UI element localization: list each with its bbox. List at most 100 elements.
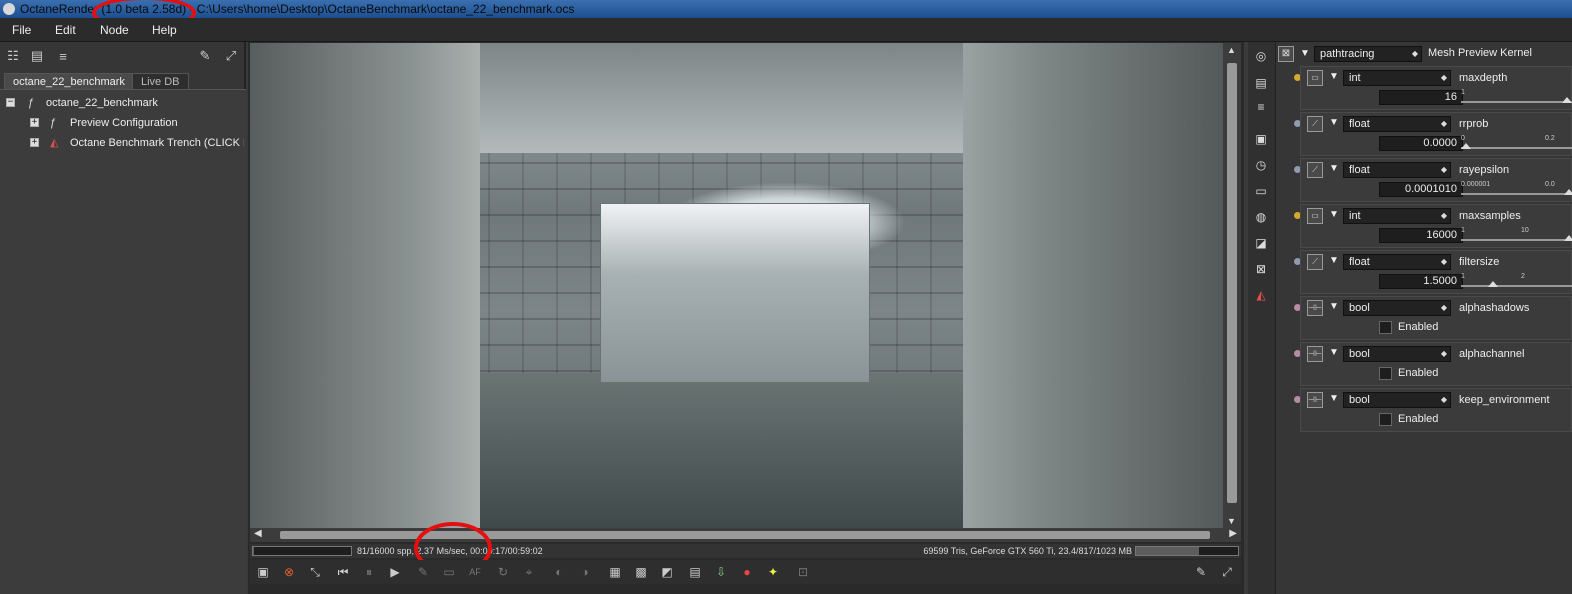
collapse-triangle-icon[interactable]: ▼ bbox=[1329, 71, 1339, 82]
settings-wrench-icon[interactable]: ✎ bbox=[1192, 563, 1210, 581]
nodes-icon[interactable]: ▤ bbox=[28, 48, 46, 64]
slider-track[interactable] bbox=[1461, 239, 1572, 241]
param-slider[interactable]: 1 bbox=[1461, 89, 1572, 107]
slider-knob[interactable] bbox=[1488, 281, 1498, 287]
param-checkbox[interactable] bbox=[1379, 413, 1392, 426]
fullscreen-icon[interactable]: ⤢ bbox=[1218, 563, 1236, 581]
refresh-icon[interactable]: ↻ bbox=[494, 563, 512, 581]
nodes-icon[interactable]: ▤ bbox=[1252, 74, 1270, 92]
param-value-field[interactable]: 16000 bbox=[1379, 228, 1463, 243]
param-value-field[interactable]: 16 bbox=[1379, 90, 1463, 105]
tree-item-benchmark-trench[interactable]: + ◭ Octane Benchmark Trench (CLICK MI bbox=[4, 134, 244, 152]
environment-icon[interactable]: ◍ bbox=[1252, 208, 1270, 226]
menu-edit[interactable]: Edit bbox=[55, 23, 76, 37]
slider-track[interactable] bbox=[1461, 101, 1572, 103]
expand-icon[interactable]: + bbox=[30, 138, 39, 147]
menu-file[interactable]: File bbox=[12, 23, 31, 37]
list-icon[interactable]: ≡ bbox=[54, 48, 72, 64]
material-icon[interactable]: ◭ bbox=[1252, 286, 1270, 304]
param-type-select[interactable]: float ◆ bbox=[1343, 162, 1451, 178]
picture-icon[interactable]: ◪ bbox=[1252, 234, 1270, 252]
param-checkbox[interactable] bbox=[1379, 321, 1392, 334]
list-icon[interactable]: ≡ bbox=[1252, 98, 1270, 116]
material-ball-icon[interactable]: ● bbox=[738, 563, 756, 581]
param-type-select[interactable]: float ◆ bbox=[1343, 254, 1451, 270]
param-value-field[interactable]: 0.0001010 bbox=[1379, 182, 1463, 197]
menu-node[interactable]: Node bbox=[100, 23, 129, 37]
slider-track[interactable] bbox=[1461, 285, 1572, 287]
target-icon[interactable]: ◎ bbox=[1252, 47, 1270, 65]
param-type-select[interactable]: bool ◆ bbox=[1343, 300, 1451, 316]
grid-icon[interactable]: ▦ bbox=[606, 563, 624, 581]
vertical-scroll-thumb[interactable] bbox=[1227, 63, 1237, 503]
alpha-icon[interactable]: ◩ bbox=[658, 563, 676, 581]
collapse-triangle-icon[interactable]: ▼ bbox=[1300, 48, 1310, 59]
save-image-icon[interactable]: ▣ bbox=[254, 563, 272, 581]
pause-icon[interactable]: ⏸ bbox=[360, 563, 378, 581]
camera-icon[interactable]: ◷ bbox=[1252, 156, 1270, 174]
collapse-triangle-icon[interactable]: ▼ bbox=[1329, 301, 1339, 312]
collapse-icon[interactable]: − bbox=[6, 98, 15, 107]
collapse-triangle-icon[interactable]: ▼ bbox=[1329, 347, 1339, 358]
tree-item-preview-configuration[interactable]: + ƒ Preview Configuration bbox=[4, 114, 244, 132]
sparkle-icon[interactable]: ✦ bbox=[764, 563, 782, 581]
rewind-icon[interactable]: ⏮ bbox=[334, 563, 352, 581]
play-icon[interactable]: ▶ bbox=[386, 563, 404, 581]
menu-help[interactable]: Help bbox=[152, 23, 177, 37]
restart-icon[interactable]: ⤡ bbox=[306, 563, 324, 581]
collapse-triangle-icon[interactable]: ▼ bbox=[1329, 209, 1339, 220]
param-value-field[interactable]: 1.5000 bbox=[1379, 274, 1463, 289]
param-value-field[interactable]: 0.0000 bbox=[1379, 136, 1463, 151]
param-type-select[interactable]: int ◆ bbox=[1343, 208, 1451, 224]
param-type-select[interactable]: int ◆ bbox=[1343, 70, 1451, 86]
kernel-type-select[interactable]: pathtracing ◆ bbox=[1314, 46, 1422, 62]
scroll-down-icon[interactable]: ▼ bbox=[1227, 516, 1236, 526]
param-slider[interactable]: 0.000001 0.0 bbox=[1461, 181, 1572, 199]
picker-icon[interactable]: ⌖ bbox=[520, 563, 538, 581]
stop-render-icon[interactable]: ⊗ bbox=[280, 563, 298, 581]
param-slider[interactable]: 0 0.2 bbox=[1461, 135, 1572, 153]
scroll-left-icon[interactable]: ◀ bbox=[254, 528, 262, 539]
slider-knob[interactable] bbox=[1461, 143, 1471, 149]
region-icon[interactable]: ▭ bbox=[440, 563, 458, 581]
slider-track[interactable] bbox=[1461, 193, 1572, 195]
tab-octane-22-benchmark[interactable]: octane_22_benchmark bbox=[4, 73, 134, 89]
slider-knob[interactable] bbox=[1564, 189, 1572, 195]
slider-track[interactable] bbox=[1461, 147, 1572, 149]
tab-live-db[interactable]: Live DB bbox=[132, 73, 189, 89]
clipboard-icon[interactable]: ▤ bbox=[686, 563, 704, 581]
sphere-icon[interactable]: ◐ bbox=[550, 563, 568, 581]
param-slider[interactable]: 1 10 bbox=[1461, 227, 1572, 245]
tree-view-icon[interactable]: ☷ bbox=[4, 48, 22, 64]
horizontal-scrollbar[interactable]: ◀ ▶ bbox=[250, 528, 1241, 542]
render-viewport[interactable] bbox=[250, 43, 1223, 528]
param-type-select[interactable]: float ◆ bbox=[1343, 116, 1451, 132]
param-type-select[interactable]: bool ◆ bbox=[1343, 346, 1451, 362]
film-icon[interactable]: ▭ bbox=[1252, 182, 1270, 200]
collapse-triangle-icon[interactable]: ▼ bbox=[1329, 255, 1339, 266]
wrench-icon[interactable]: ✎ bbox=[196, 48, 214, 64]
checker-icon[interactable]: ▩ bbox=[632, 563, 650, 581]
slider-knob[interactable] bbox=[1562, 97, 1572, 103]
pick-icon[interactable]: ✎ bbox=[414, 563, 432, 581]
collapse-triangle-icon[interactable]: ▼ bbox=[1329, 393, 1339, 404]
kernel-icon[interactable]: ⊠ bbox=[1252, 260, 1270, 278]
image-icon[interactable]: ▣ bbox=[1252, 130, 1270, 148]
lock-icon[interactable]: ⊡ bbox=[794, 563, 812, 581]
autofocus-icon[interactable]: AF bbox=[466, 563, 484, 581]
vertical-scrollbar[interactable]: ▲ ▼ bbox=[1223, 43, 1241, 528]
param-checkbox[interactable] bbox=[1379, 367, 1392, 380]
collapse-triangle-icon[interactable]: ▼ bbox=[1329, 163, 1339, 174]
tree-item-root[interactable]: − ƒ octane_22_benchmark bbox=[4, 94, 244, 112]
slider-knob[interactable] bbox=[1564, 235, 1572, 241]
export-icon[interactable]: ⇩ bbox=[712, 563, 730, 581]
collapse-triangle-icon[interactable]: ▼ bbox=[1329, 117, 1339, 128]
checkbox-label: Enabled bbox=[1398, 367, 1439, 379]
expand-icon[interactable]: ⤢ bbox=[222, 48, 240, 64]
param-type-select[interactable]: bool ◆ bbox=[1343, 392, 1451, 408]
scroll-right-icon[interactable]: ▶ bbox=[1229, 528, 1237, 539]
scroll-up-icon[interactable]: ▲ bbox=[1227, 45, 1236, 55]
expand-icon[interactable]: + bbox=[30, 118, 39, 127]
param-slider[interactable]: 12 bbox=[1461, 273, 1572, 291]
sphere-alt-icon[interactable]: ◑ bbox=[576, 563, 594, 581]
